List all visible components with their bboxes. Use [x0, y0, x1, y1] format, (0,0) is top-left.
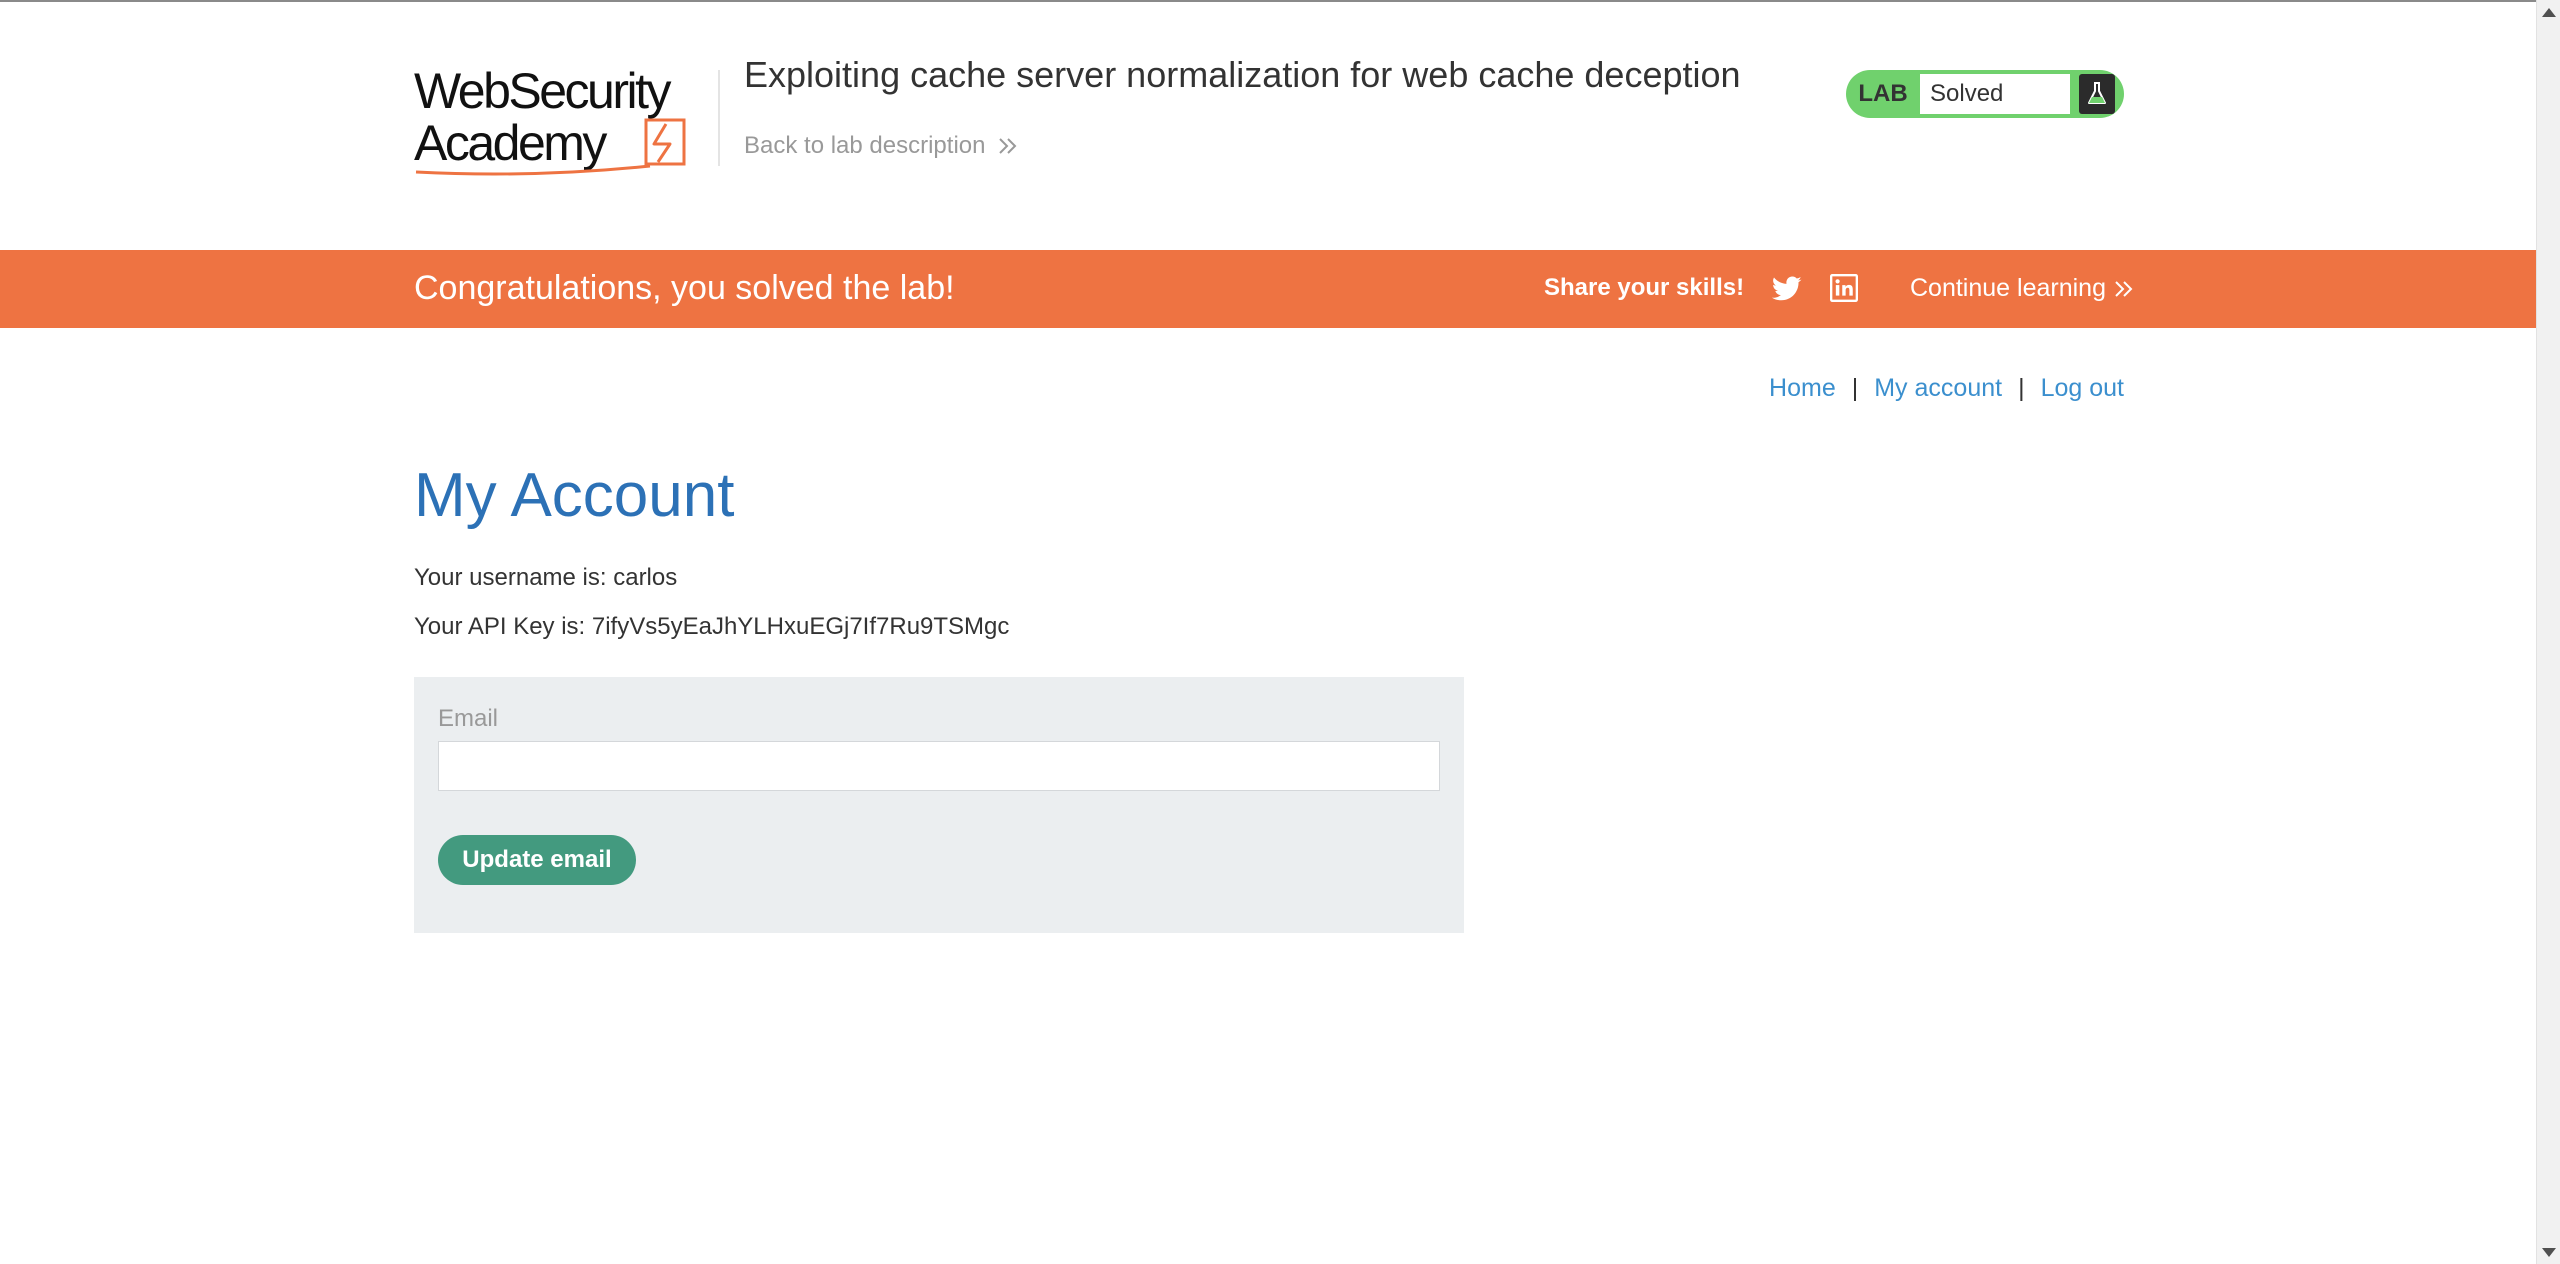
scroll-up-arrow-icon[interactable]: [2537, 0, 2560, 24]
nav-separator: |: [2018, 374, 2025, 402]
double-chevron-right-icon: [2115, 280, 2133, 297]
continue-learning-label: Continue learning: [1910, 274, 2106, 302]
lab-status-text: Solved: [1920, 74, 2070, 114]
lab-status-widget: LAB Solved: [1846, 70, 2124, 118]
logo-line-1: WebSecurity: [414, 64, 672, 119]
username-text: Your username is: carlos: [414, 564, 678, 591]
lab-header: WebSecurity Academy Exploiting cache ser…: [0, 2, 2536, 248]
page-title: My Account: [414, 461, 735, 530]
congratulations-message: Congratulations, you solved the lab!: [414, 269, 955, 307]
scroll-down-arrow-icon[interactable]: [2537, 1240, 2560, 1264]
nav-separator: |: [1851, 374, 1859, 402]
solved-banner: Congratulations, you solved the lab! Sha…: [0, 250, 2536, 328]
continue-learning-link[interactable]: Continue learning: [1910, 274, 2134, 303]
lab-status-icon-container: [2070, 70, 2124, 118]
logo-line-2: Academy: [414, 115, 607, 171]
vertical-scrollbar[interactable]: [2536, 0, 2560, 1264]
back-to-lab-description-link[interactable]: Back to lab description: [744, 132, 1019, 160]
logo-divider: [718, 70, 720, 166]
nav-log-out-link[interactable]: Log out: [2041, 374, 2124, 403]
update-email-button[interactable]: Update email: [438, 835, 636, 885]
web-security-academy-logo[interactable]: WebSecurity Academy: [414, 63, 714, 180]
twitter-icon[interactable]: [1772, 276, 1802, 302]
browser-viewport: WebSecurity Academy Exploiting cache ser…: [0, 0, 2536, 1264]
update-email-form: Email Update email: [414, 677, 1464, 933]
back-link-label: Back to lab description: [744, 132, 986, 159]
share-skills-label: Share your skills!: [1544, 274, 1745, 301]
account-nav: Home | My account | Log out: [1769, 374, 2124, 403]
lab-badge: LAB: [1858, 80, 1908, 107]
email-label: Email: [438, 705, 499, 732]
nav-my-account-link[interactable]: My account: [1874, 374, 2002, 403]
nav-home-link[interactable]: Home: [1769, 374, 1836, 403]
double-chevron-right-icon: [999, 138, 1017, 154]
flask-icon: [2079, 74, 2115, 114]
lab-title: Exploiting cache server normalization fo…: [744, 54, 1741, 95]
email-input[interactable]: [438, 741, 1440, 791]
logo-graphic: WebSecurity Academy: [414, 63, 686, 176]
api-key-text: Your API Key is: 7ifyVs5yEaJhYLHxuEGj7If…: [414, 613, 1010, 640]
linkedin-icon[interactable]: [1830, 274, 1858, 302]
